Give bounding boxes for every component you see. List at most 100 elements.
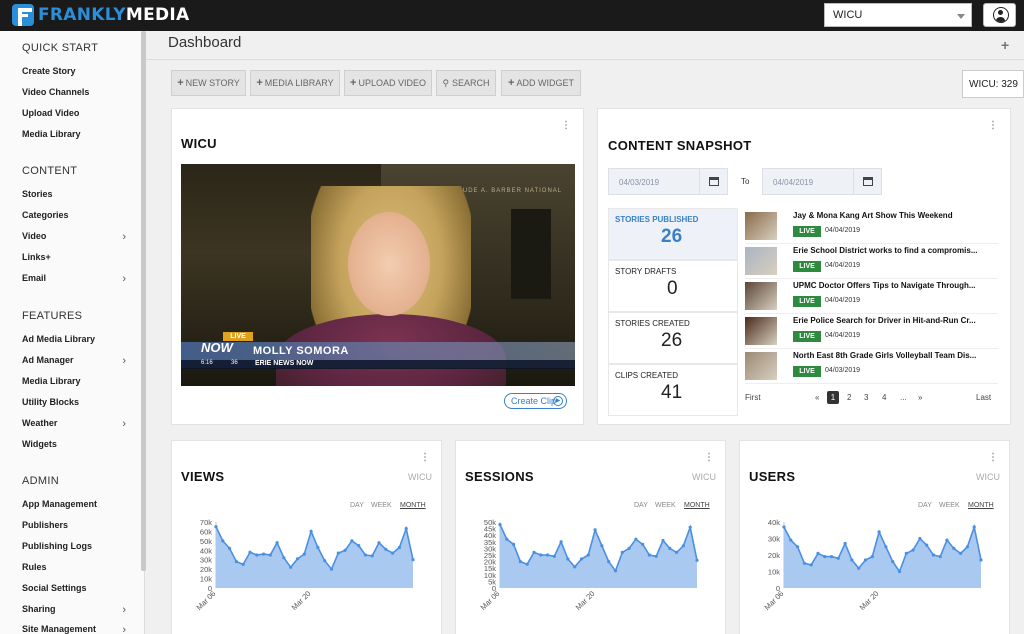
sidebar-item-sharing[interactable]: Sharing › [22,604,130,616]
data-point[interactable] [532,550,536,554]
data-point[interactable] [234,560,238,564]
analytics-chart[interactable]: 05k10k15k20k25k30k35k40k45k50kMar 06 Mar … [460,516,700,626]
data-point[interactable] [884,545,888,549]
data-point[interactable] [627,546,631,550]
sidebar-item-weather[interactable]: Weather › [22,418,130,430]
data-point[interactable] [681,544,685,548]
data-point[interactable] [668,546,672,550]
analytics-menu-icon[interactable]: ⋮ [420,452,430,463]
data-point[interactable] [789,538,793,542]
data-point[interactable] [268,553,272,557]
range-month-link[interactable]: MONTH [400,502,426,509]
data-point[interactable] [566,557,570,561]
sidebar-item-publishers[interactable]: Publishers [22,520,130,530]
data-point[interactable] [843,541,847,546]
data-point[interactable] [654,554,658,558]
data-point[interactable] [925,543,929,547]
data-point[interactable] [802,561,806,565]
data-point[interactable] [952,546,956,550]
data-point[interactable] [965,545,969,549]
data-point[interactable] [316,545,320,550]
story-thumbnail[interactable] [745,352,777,380]
pager-page-1[interactable]: 1 [827,391,839,404]
sidebar-item-utility-blocks[interactable]: Utility Blocks [22,397,130,407]
frankly-media-logo[interactable]: FRANKLYMEDIA [12,4,189,26]
data-point[interactable] [397,545,401,550]
user-menu-button[interactable] [983,3,1016,27]
sidebar-item-media-library[interactable]: Media Library [22,376,130,386]
data-point[interactable] [661,538,665,543]
sidebar-item-widgets[interactable]: Widgets [22,439,130,449]
sidebar-item-publishing-logs[interactable]: Publishing Logs [22,541,130,551]
stat-stories-created[interactable]: STORIES CREATED 26 [608,312,738,364]
data-point[interactable] [945,538,949,542]
data-point[interactable] [863,558,868,562]
data-point[interactable] [600,544,604,548]
story-thumbnail[interactable] [745,282,777,310]
data-point[interactable] [221,539,225,543]
range-month-link[interactable]: MONTH [968,502,994,509]
stat-stories-published[interactable]: STORIES PUBLISHED 26 [608,208,738,260]
data-point[interactable] [897,569,902,574]
data-point[interactable] [877,530,881,534]
data-point[interactable] [309,529,313,533]
range-week-link[interactable]: WEEK [939,502,960,509]
sidebar-item-stories[interactable]: Stories [22,189,130,199]
pager-prev[interactable]: « [815,393,819,402]
data-point[interactable] [255,553,259,557]
pager-page-2[interactable]: 2 [847,393,851,402]
range-week-link[interactable]: WEEK [655,502,676,509]
upload-video-button[interactable]: + UPLOAD VIDEO [344,70,432,96]
sidebar-item-app-management[interactable]: App Management [22,499,130,509]
data-point[interactable] [836,556,840,560]
analytics-chart[interactable]: 010k20k30k40kMar 06 Mar 20 [744,516,984,626]
data-point[interactable] [647,553,651,557]
data-point[interactable] [918,536,922,541]
data-point[interactable] [282,556,286,560]
data-point[interactable] [357,544,361,548]
data-point[interactable] [857,566,861,570]
data-point[interactable] [404,527,408,531]
sidebar-item-upload-video[interactable]: Upload Video [22,108,130,118]
sidebar-item-categories[interactable]: Categories [22,210,130,220]
story-title[interactable]: North East 8th Grade Girls Volleyball Te… [793,351,996,360]
sidebar-item-media-library[interactable]: Media Library [22,129,130,139]
data-point[interactable] [289,565,293,569]
data-point[interactable] [891,560,895,564]
data-point[interactable] [573,565,577,569]
data-point[interactable] [675,550,679,554]
data-point[interactable] [391,551,395,555]
data-point[interactable] [688,525,692,529]
story-list-item[interactable]: Jay & Mona Kang Art Show This Weekend LIV… [745,209,998,244]
pager-page-3[interactable]: 3 [864,393,868,402]
data-point[interactable] [411,558,415,562]
data-point[interactable] [607,560,611,564]
pager-next[interactable]: » [918,393,922,402]
story-thumbnail[interactable] [745,212,777,240]
sidebar-item-video-channels[interactable]: Video Channels [22,87,130,97]
data-point[interactable] [512,542,516,546]
data-point[interactable] [539,553,543,557]
data-point[interactable] [505,537,509,541]
date-from-calendar-button[interactable] [699,168,728,195]
analytics-chart[interactable]: 010k20k30k40k50k60k70kMar 06 Mar 20 [176,516,416,626]
sidebar-item-video[interactable]: Video › [22,231,130,243]
data-point[interactable] [384,547,388,551]
story-thumbnail[interactable] [745,247,777,275]
data-point[interactable] [302,552,306,556]
stat-story-drafts[interactable]: STORY DRAFTS 0 [608,260,738,312]
range-day-link[interactable]: DAY [350,502,364,509]
sidebar-item-social-settings[interactable]: Social Settings [22,583,130,593]
data-point[interactable] [613,569,618,573]
data-point[interactable] [323,559,327,563]
media-library-button[interactable]: + MEDIA LIBRARY [250,70,340,96]
data-point[interactable] [559,540,563,544]
site-select[interactable]: WICU [824,3,972,27]
data-point[interactable] [816,551,820,555]
add-dashboard-button[interactable]: + [1001,37,1009,53]
data-point[interactable] [343,548,347,552]
pager-page-4[interactable]: 4 [882,393,886,402]
sidebar-item-site-management[interactable]: Site Management › [22,624,130,634]
pager-first[interactable]: First [745,393,761,402]
data-point[interactable] [870,555,874,559]
